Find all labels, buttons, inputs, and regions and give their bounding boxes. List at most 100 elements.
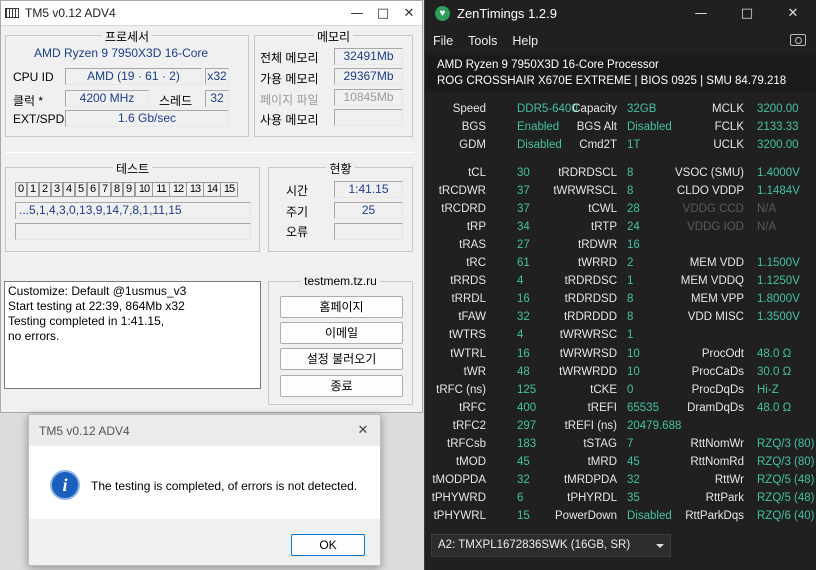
screenshot-camera-icon[interactable]	[790, 34, 806, 46]
email-button[interactable]: 이메일	[280, 322, 403, 344]
timing-label: DramDqDs	[687, 401, 744, 414]
log-output[interactable]: Customize: Default @1usmus_v3 Start test…	[4, 281, 261, 389]
timing-row: tRFCsb 183 tSTAG 7 RttNomWr RZQ/3 (80)	[425, 435, 816, 453]
load-settings-button[interactable]: 설정 불러오기	[280, 348, 403, 370]
timing-value: 32	[627, 473, 640, 486]
page-file-field: 10845Mb	[334, 89, 403, 106]
menu-help[interactable]: Help	[504, 31, 545, 51]
timing-value: 10	[627, 347, 640, 360]
message-dialog: TM5 v0.12 ADV4 ✕ i The testing is comple…	[28, 414, 381, 566]
timing-label: VDDG CCD	[682, 203, 744, 216]
test-sequence-field: ...5,1,4,3,0,13,9,14,7,8,1,11,15	[15, 202, 251, 219]
timing-label: Cmd2T	[579, 139, 617, 151]
timing-value: 1.4000V	[757, 167, 800, 179]
menu-file[interactable]: File	[425, 31, 460, 51]
timing-label: MCLK	[712, 103, 744, 115]
ok-button[interactable]: OK	[291, 534, 365, 556]
dialog-message: The testing is completed, of errors is n…	[91, 479, 358, 493]
cpu-arch-field: x32	[205, 68, 229, 85]
close-button[interactable]: ✕	[396, 1, 422, 26]
timing-value: 8	[627, 293, 634, 306]
timing-label: tRFC2	[452, 419, 486, 432]
menu-tools[interactable]: Tools	[460, 31, 504, 51]
timing-label: tSTAG	[583, 437, 617, 450]
dialog-titlebar[interactable]: TM5 v0.12 ADV4 ✕	[29, 415, 380, 446]
timing-value: 8	[627, 167, 634, 179]
timing-label: RttParkDqs	[685, 509, 744, 522]
test-cell: 11	[152, 182, 170, 197]
timing-row: tRC 61 tWRRD 2 MEM VDD 1.1500V	[425, 254, 816, 272]
timing-value: Disabled	[627, 509, 672, 522]
timing-label: tMRD	[587, 455, 617, 468]
timing-value: Hi-Z	[757, 383, 779, 396]
timing-value: N/A	[757, 221, 777, 234]
cpu-name: AMD Ryzen 9 7950X3D 16-Core	[34, 46, 209, 60]
time-label: 시간	[286, 184, 309, 198]
timing-value: RZQ/5 (48)	[757, 473, 815, 486]
timing-value: 15	[517, 509, 530, 522]
timing-row: tPHYWRL 15 PowerDown Disabled RttParkDqs RZQ/…	[425, 507, 816, 525]
timing-value: 65535	[627, 401, 659, 414]
log-line: Start testing at 22:39, 864Mb x32	[8, 299, 185, 313]
timing-row: tRCDRD 37 tCWL 28 VDDG CCD N/A	[425, 200, 816, 218]
timing-label: tRFCsb	[447, 437, 486, 450]
timing-label: Speed	[452, 103, 486, 115]
timing-value: 4	[517, 329, 524, 342]
timing-label: tMOD	[455, 455, 486, 468]
dimm-select[interactable]: A2: TMXPL1672836SWK (16GB, SR)	[431, 534, 671, 557]
zentimings-window: ♥ ZenTimings 1.2.9 — □ ✕ File Tools Help…	[424, 0, 816, 570]
time-field: 1:41.15	[334, 181, 403, 198]
section-divider	[5, 152, 414, 153]
homepage-button[interactable]: 홈페이지	[280, 296, 403, 318]
zen-close-button[interactable]: ✕	[770, 0, 816, 27]
timing-row: tMOD 45 tMRD 45 RttNomRd RZQ/3 (80)	[425, 453, 816, 471]
timing-value: 10	[627, 365, 640, 378]
timing-label: tRRDS	[450, 275, 486, 288]
minimize-button[interactable]: —	[344, 1, 370, 26]
timing-label: tWRWRSC	[559, 329, 617, 342]
zen-minimize-button[interactable]: —	[678, 0, 724, 27]
timing-value: 4	[517, 275, 524, 288]
timing-label: tRCDWR	[438, 185, 486, 198]
timing-label: tWRWRSD	[559, 347, 617, 360]
timing-value: 1	[627, 275, 634, 288]
timing-row: BGS Enabled BGS Alt Disabled FCLK 2133.33	[425, 118, 816, 136]
timing-label: tRC	[466, 257, 486, 270]
timing-label: tRDRDDD	[563, 311, 617, 324]
dialog-body: i The testing is completed, of errors is…	[29, 446, 380, 519]
zen-titlebar[interactable]: ♥ ZenTimings 1.2.9 — □ ✕	[425, 0, 816, 27]
used-mem-field	[334, 109, 403, 126]
timing-value: 400	[517, 401, 537, 414]
test-cell: 2	[39, 182, 51, 197]
timing-label: tMODPDA	[432, 473, 486, 486]
test-cell: 7	[99, 182, 111, 197]
timing-label: tPHYWRD	[431, 491, 486, 504]
exit-button[interactable]: 종료	[280, 375, 403, 397]
timing-label: ProcDqDs	[691, 383, 744, 396]
timing-value: 48.0 Ω	[757, 347, 792, 360]
timing-value: 61	[517, 257, 530, 270]
timing-value: 37	[517, 185, 530, 198]
zen-maximize-button[interactable]: □	[724, 0, 770, 27]
error-field	[334, 223, 403, 240]
page-file-label: 페이지 파일	[260, 93, 319, 107]
timing-value: 6	[517, 491, 524, 504]
zentimings-logo-icon: ♥	[435, 6, 450, 21]
timing-label: Capacity	[572, 103, 617, 115]
dialog-close-button[interactable]: ✕	[350, 418, 376, 443]
cpu-line: AMD Ryzen 9 7950X3D 16-Core Processor	[437, 59, 659, 71]
test-progress-bar	[15, 223, 251, 240]
timing-value: 8	[627, 185, 634, 198]
maximize-button[interactable]: □	[370, 1, 396, 26]
timing-label: tRDRDSD	[564, 293, 617, 306]
system-info: AMD Ryzen 9 7950X3D 16-Core Processor RO…	[425, 55, 816, 91]
test-cell: 15	[220, 182, 238, 197]
tm5-titlebar[interactable]: TM5 v0.12 ADV4 — □ ✕	[1, 1, 422, 26]
used-mem-label: 사용 메모리	[260, 113, 319, 127]
timing-label: tCL	[468, 167, 486, 179]
tm5-title: TM5 v0.12 ADV4	[25, 6, 116, 20]
timing-value: 125	[517, 383, 537, 396]
timing-label: tWRWRSCL	[553, 185, 617, 198]
timing-label: tWTRS	[448, 329, 486, 342]
timing-value: 2	[627, 257, 634, 270]
